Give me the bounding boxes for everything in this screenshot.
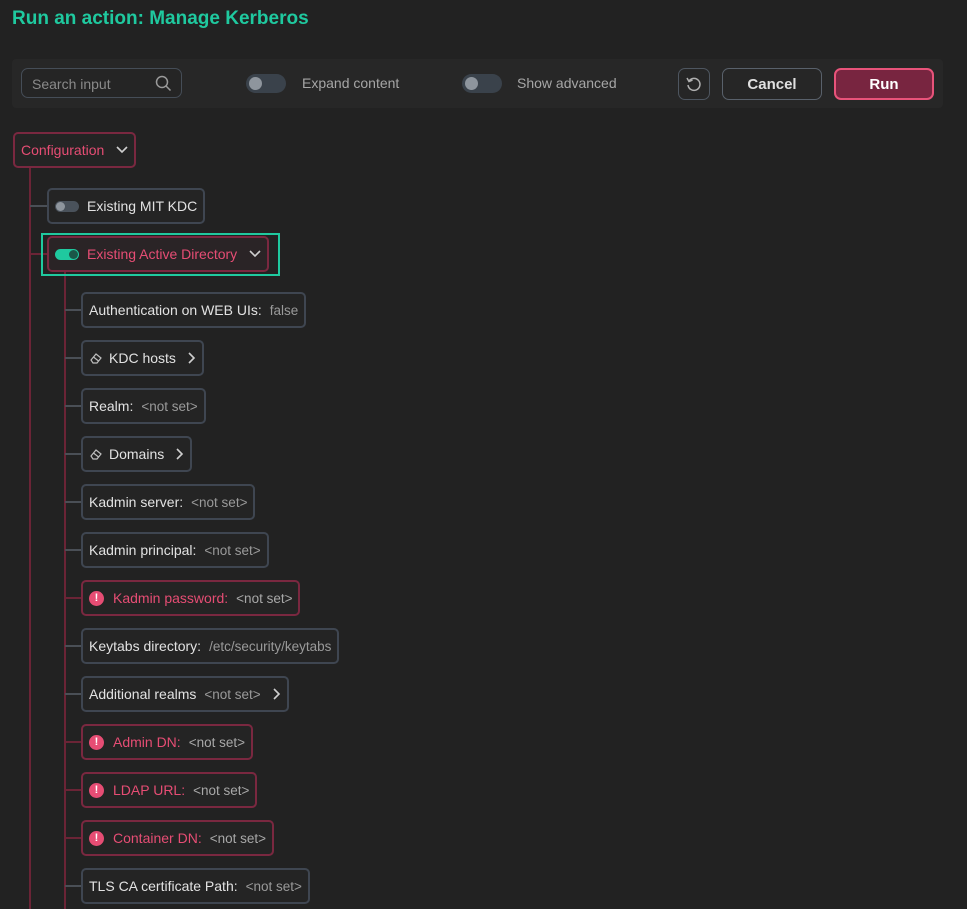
show-advanced-label: Show advanced — [517, 75, 617, 91]
field-kdc-hosts[interactable]: KDC hosts — [81, 340, 204, 376]
field-value: <not set> — [191, 494, 248, 510]
tree-connector — [65, 789, 82, 791]
expand-content-label: Expand content — [302, 75, 400, 91]
run-button[interactable]: Run — [834, 68, 934, 100]
mit-kdc-label: Existing MIT KDC — [87, 198, 198, 214]
field-value: <not set> — [188, 734, 245, 750]
field-label: Container DN: — [113, 830, 202, 846]
field-label: Authentication on WEB UIs: — [89, 302, 262, 318]
field-value: <not set> — [141, 398, 198, 414]
tree-connector — [65, 693, 82, 695]
tree-connector — [65, 309, 82, 311]
field-kadmin-password[interactable]: ! Kadmin password: <not set> — [81, 580, 301, 616]
tree-connector — [65, 405, 82, 407]
chevron-down-icon[interactable] — [249, 250, 261, 258]
eraser-icon[interactable] — [89, 352, 103, 364]
field-value: false — [269, 302, 299, 318]
tree-connector — [65, 501, 82, 503]
chevron-right-icon[interactable] — [273, 688, 281, 700]
toggle-knob — [249, 77, 262, 90]
toggle-knob — [465, 77, 478, 90]
toolbar: Expand content Show advanced Cancel Run — [12, 59, 943, 108]
expand-content-toggle[interactable] — [246, 74, 286, 93]
eraser-icon[interactable] — [89, 448, 103, 460]
tree-connector — [30, 205, 48, 207]
tree-connector — [65, 357, 82, 359]
field-value: <not set> — [236, 590, 293, 606]
field-domains[interactable]: Domains — [81, 436, 193, 472]
field-value: <not set> — [204, 686, 261, 702]
error-icon: ! — [89, 590, 104, 606]
existing-mit-kdc-node[interactable]: Existing MIT KDC — [47, 188, 206, 224]
field-container-dn[interactable]: ! Container DN: <not set> — [81, 820, 274, 856]
field-keytabs-directory[interactable]: Keytabs directory: /etc/security/keytabs — [81, 628, 340, 664]
search-input[interactable] — [30, 74, 154, 94]
search-box[interactable] — [21, 68, 182, 98]
field-additional-realms[interactable]: Additional realms <not set> — [81, 676, 289, 712]
cancel-button[interactable]: Cancel — [722, 68, 822, 100]
tree-connector — [65, 885, 82, 887]
field-realm[interactable]: Realm: <not set> — [81, 388, 206, 424]
field-value: /etc/security/keytabs — [209, 638, 332, 654]
page-title: Run an action: Manage Kerberos — [12, 8, 309, 29]
field-label: Kadmin server: — [89, 494, 184, 510]
field-kadmin-principal[interactable]: Kadmin principal: <not set> — [81, 532, 269, 568]
field-label: Kadmin principal: — [89, 542, 197, 558]
error-icon: ! — [89, 830, 104, 846]
field-tls-ca-path[interactable]: TLS CA certificate Path: <not set> — [81, 868, 310, 904]
field-label: Kadmin password: — [113, 590, 229, 606]
reset-button[interactable] — [678, 68, 710, 100]
mit-kdc-toggle[interactable] — [55, 200, 79, 212]
tree-connector — [65, 453, 82, 455]
field-label: TLS CA certificate Path: — [89, 878, 238, 894]
field-label: Additional realms — [89, 686, 197, 702]
field-auth-web-uis[interactable]: Authentication on WEB UIs: false — [81, 292, 307, 328]
field-admin-dn[interactable]: ! Admin DN: <not set> — [81, 724, 253, 760]
active-directory-label: Existing Active Directory — [87, 246, 238, 262]
tree-connector — [65, 741, 82, 743]
error-icon: ! — [89, 782, 104, 798]
reset-icon — [685, 75, 703, 93]
field-label: LDAP URL: — [113, 782, 186, 798]
configuration-label: Configuration — [21, 142, 105, 158]
search-icon[interactable] — [155, 75, 172, 97]
field-label: KDC hosts — [109, 350, 176, 366]
active-directory-toggle[interactable] — [55, 248, 79, 260]
tree-connector — [65, 645, 82, 647]
field-label: Keytabs directory: — [89, 638, 202, 654]
field-label: Admin DN: — [113, 734, 181, 750]
tree-connector — [65, 549, 82, 551]
tree-connector — [65, 597, 82, 599]
chevron-right-icon[interactable] — [188, 352, 196, 364]
field-kadmin-server[interactable]: Kadmin server: <not set> — [81, 484, 256, 520]
field-label: Realm: — [89, 398, 134, 414]
tree-line — [64, 270, 66, 909]
field-ldap-url[interactable]: ! LDAP URL: <not set> — [81, 772, 258, 808]
tree-connector — [65, 837, 82, 839]
error-icon: ! — [89, 734, 104, 750]
field-value: <not set> — [209, 830, 266, 846]
field-label: Domains — [109, 446, 165, 462]
chevron-down-icon[interactable] — [116, 146, 128, 154]
tree-line — [29, 166, 31, 909]
show-advanced-toggle[interactable] — [462, 74, 502, 93]
existing-active-directory-node[interactable]: Existing Active Directory — [47, 236, 270, 272]
field-value: <not set> — [204, 542, 261, 558]
configuration-node[interactable]: Configuration — [13, 132, 137, 168]
field-value: <not set> — [193, 782, 250, 798]
field-value: <not set> — [245, 878, 302, 894]
chevron-right-icon[interactable] — [176, 448, 184, 460]
